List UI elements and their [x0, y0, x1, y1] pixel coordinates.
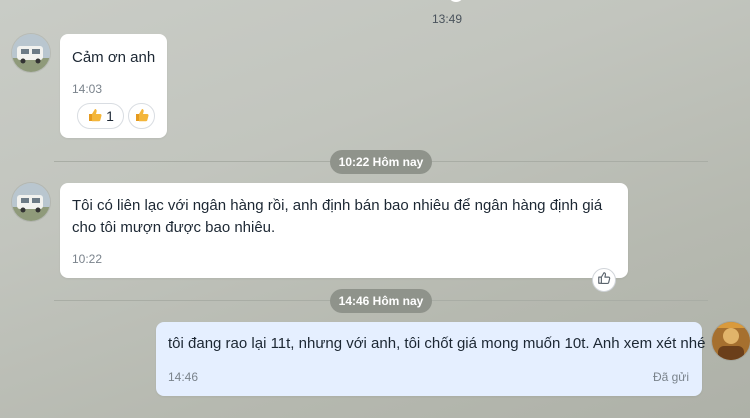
reaction-count: 1 — [106, 108, 114, 124]
time-separator: 13:49 — [431, 12, 463, 26]
message-status: Đã gửi — [652, 370, 689, 384]
like-button[interactable] — [592, 268, 616, 292]
my-message-bubble[interactable]: tôi đang rao lại 11t, nhưng với anh, tôi… — [156, 322, 706, 396]
reaction-chip[interactable]: 1 — [77, 103, 124, 129]
message-text: tôi đang rao lại 11t, nhưng với anh, tôi… — [168, 335, 706, 352]
previous-message-fragment — [448, 0, 464, 2]
message-time: 14:03 — [72, 82, 103, 96]
message-time: 10:22 — [72, 252, 103, 266]
message-time: 14:46 — [168, 370, 199, 384]
contact-avatar[interactable] — [12, 34, 50, 72]
add-reaction-button[interactable] — [128, 103, 155, 129]
my-avatar[interactable] — [712, 322, 750, 360]
date-separator-pill: 14:46 Hôm nay — [330, 289, 432, 313]
thumbs-up-emoji-icon — [134, 107, 150, 126]
message-text: Tôi có liên lạc với ngân hàng rồi, anh đ… — [72, 197, 603, 236]
message-bubble[interactable]: Tôi có liên lạc với ngân hàng rồi, anh đ… — [60, 183, 628, 278]
thumbs-up-emoji-icon — [87, 107, 103, 126]
date-separator-pill: 10:22 Hôm nay — [330, 150, 432, 174]
thumbs-up-outline-icon — [597, 271, 611, 290]
message-text: Cảm ơn anh — [72, 49, 156, 66]
contact-avatar[interactable] — [12, 183, 50, 221]
